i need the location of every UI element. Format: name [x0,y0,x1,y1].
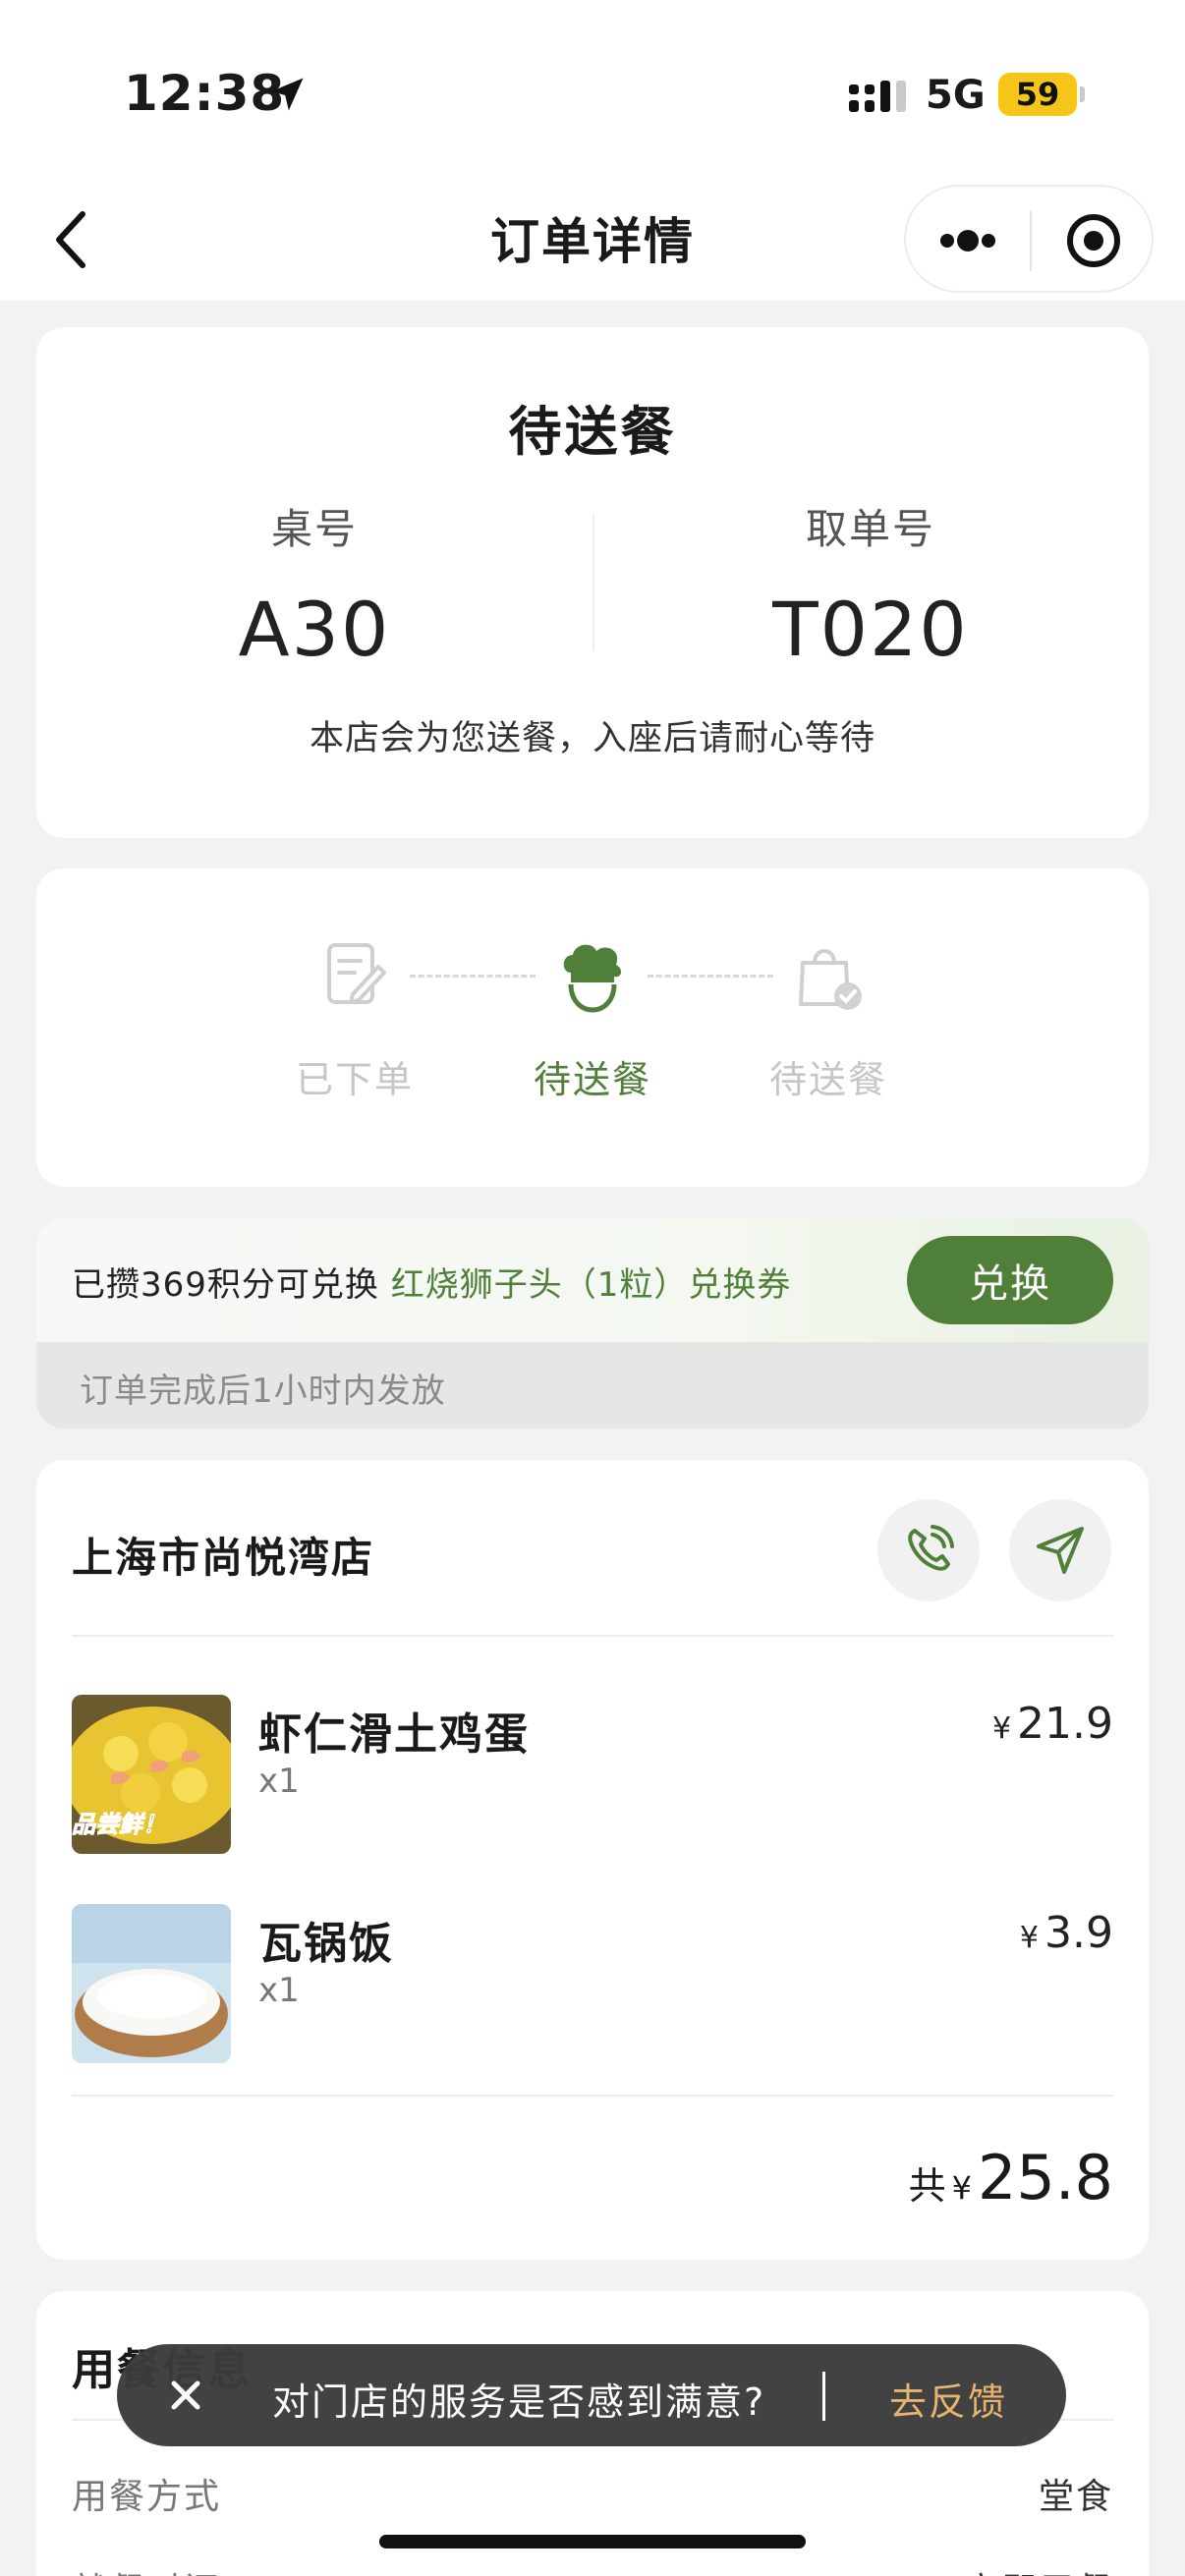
item-price-value: 3.9 [1044,1908,1113,1958]
dish-image-shrimp-egg: 品尝鲜！ [72,1695,231,1854]
network-label: 5G [926,73,986,118]
points-note: 订单完成后1小时内发放 [80,1372,446,1411]
order-total: 共 ¥25.8 [909,2142,1113,2213]
call-store-button[interactable] [877,1499,980,1601]
signal-icon [849,81,906,112]
pickup-number-label: 取单号 [805,505,935,553]
dish-image-rice [72,1904,231,2063]
navigate-store-button[interactable] [1009,1499,1111,1601]
store-order-card: 上海市尚悦湾店 品尝鲜！ 虾仁滑土鸡蛋 x1 ¥ 21.9 瓦锅饭 x1 ¥ 3… [36,1460,1149,2260]
item-name: 瓦锅饭 [258,1919,394,1969]
total-value: 25.8 [977,2142,1113,2213]
item-name: 虾仁滑土鸡蛋 [258,1709,530,1760]
store-divider [72,1635,1113,1637]
navigation-bar: 订单详情 [0,177,1185,301]
more-dots-icon [940,230,995,252]
dining-method-label: 用餐方式 [72,2477,222,2517]
dining-method-value: 堂食 [1038,2477,1113,2517]
currency-symbol: ¥ [991,1711,1012,1746]
close-mini-program-button[interactable] [1032,187,1156,295]
status-time: 12:38 [124,65,286,122]
points-banner: 已攒369积分可兑换 红烧狮子头（1粒）兑换券 兑换 订单完成后1小时内发放 [36,1218,1149,1428]
chef-hat-icon [563,944,622,1013]
bag-check-icon [799,949,862,1010]
table-number-value: A30 [238,586,391,673]
feedback-link[interactable]: 去反馈 [889,2372,1007,2426]
pickup-number-value: T020 [772,586,969,673]
close-icon [171,2380,200,2410]
redeem-button[interactable]: 兑换 [907,1236,1113,1324]
delivery-notice: 本店会为您送餐，入座后请耐心等待 [309,719,875,758]
mini-program-capsule [904,185,1154,293]
dining-time-value: 立即用餐 [964,2562,1113,2576]
item-price: ¥21.9 [992,1699,1113,1749]
order-progress-card: 已下单 待送餐 待送餐 [36,868,1149,1187]
order-item: 品尝鲜！ 虾仁滑土鸡蛋 x1 ¥21.9 [72,1695,1113,1854]
location-arrow-icon [270,78,304,111]
battery-indicator: 59 [998,73,1085,116]
item-price-value: 21.9 [1017,1699,1113,1749]
dining-time-label: 就餐时间 [72,2562,221,2576]
points-banner-bottom: 订单完成后1小时内发放 [36,1342,1149,1428]
table-number-block: 桌号 A30 [36,496,592,673]
feedback-toast: 对门店的服务是否感到满意? 去反馈 [117,2344,1066,2446]
home-indicator [379,2535,806,2548]
currency-symbol: ¥ [1019,1921,1040,1955]
target-circle-icon [1067,214,1120,267]
points-highlight: 红烧狮子头（1粒）兑换券 [390,1265,792,1305]
total-label: 共 [908,2164,946,2208]
store-name: 上海市尚悦湾店 [72,1534,375,1582]
toast-message: 对门店的服务是否感到满意? [272,2380,766,2424]
progress-step-waiting: 待送餐 [494,937,691,1103]
progress-step-delivered: 待送餐 [730,937,927,1103]
toast-separator [822,2372,825,2421]
points-banner-top: 已攒369积分可兑换 红烧狮子头（1粒）兑换券 兑换 [36,1218,1149,1342]
points-text: 已攒369积分可兑换 红烧狮子头（1粒）兑换券 [72,1258,791,1306]
progress-step-label: 待送餐 [768,1058,887,1101]
dish-image-text: 品尝鲜！ [72,1811,166,1838]
table-number-label: 桌号 [270,505,358,553]
phone-icon [908,1525,954,1571]
pickup-number-block: 取单号 T020 [592,496,1149,673]
currency-symbol: ¥ [951,2169,972,2207]
order-item: 瓦锅饭 x1 ¥3.9 [72,1904,1113,2063]
progress-step-label: 已下单 [295,1058,414,1101]
item-quantity: x1 [258,1971,300,2010]
item-quantity: x1 [258,1762,300,1801]
more-button[interactable] [906,187,1030,295]
order-note-icon [327,943,386,1004]
progress-step-ordered: 已下单 [256,937,453,1103]
toast-close-button[interactable] [156,2366,215,2425]
order-status-card: 待送餐 桌号 A30 取单号 T020 本店会为您送餐，入座后请耐心等待 [36,327,1149,838]
progress-step-label: 待送餐 [533,1058,651,1101]
items-divider [72,2095,1113,2097]
points-text-prefix: 已攒369积分可兑换 [72,1265,379,1305]
status-bar: 12:38 5G 59 [0,0,1185,177]
navigation-arrow-icon [1037,1527,1084,1574]
item-price: ¥3.9 [1020,1908,1113,1958]
order-status-title: 待送餐 [508,401,677,463]
